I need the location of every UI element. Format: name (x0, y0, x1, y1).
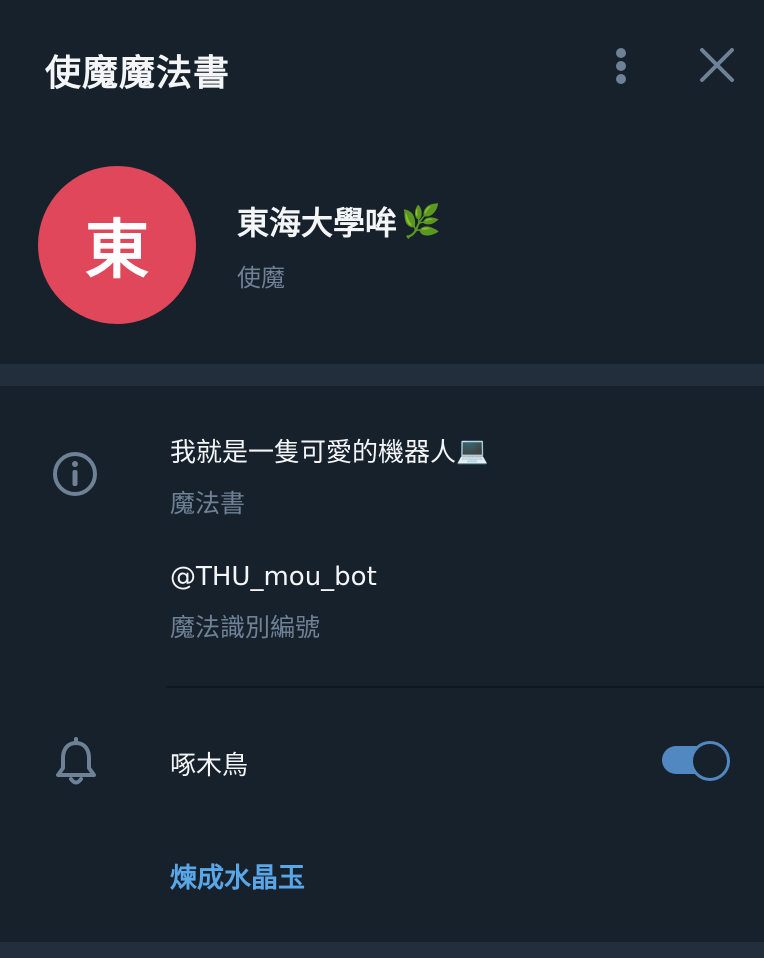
notifications-label: 啄木鳥 (170, 751, 249, 781)
profile-name-text: 東海大學哞 (237, 204, 398, 242)
action-link[interactable]: 煉成水晶玉 (170, 856, 305, 895)
username-label: 魔法識別編號 (170, 613, 321, 642)
laptop-emoji-icon: 💻 (456, 435, 489, 466)
profile-role: 使魔 (237, 264, 285, 292)
close-button[interactable] (692, 40, 744, 92)
section-separator (0, 364, 764, 386)
more-vertical-icon (616, 48, 626, 84)
profile-section: 東 東海大學哞 🌿 使魔 (0, 130, 764, 364)
username-text[interactable]: @THU_mou_bot (170, 562, 377, 592)
panel-title: 使魔魔法書 (45, 53, 231, 94)
avatar[interactable]: 東 (38, 166, 196, 324)
divider (166, 686, 764, 688)
notifications-toggle[interactable] (662, 741, 730, 781)
leaf-emoji-icon: 🌿 (401, 202, 441, 240)
info-icon (51, 450, 99, 498)
close-icon (700, 48, 734, 82)
profile-name: 東海大學哞 🌿 (237, 198, 441, 244)
bio-text[interactable]: 我就是一隻可愛的機器人 💻 (170, 432, 488, 469)
panel-header: 使魔魔法書 (0, 0, 764, 130)
avatar-letter: 東 (85, 214, 149, 288)
bio-text-content: 我就是一隻可愛的機器人 (170, 438, 457, 468)
bio-label: 魔法書 (170, 489, 246, 518)
bottom-separator (0, 942, 764, 958)
toggle-knob (690, 741, 730, 781)
more-menu-button[interactable] (600, 42, 644, 90)
bell-icon (54, 736, 98, 788)
